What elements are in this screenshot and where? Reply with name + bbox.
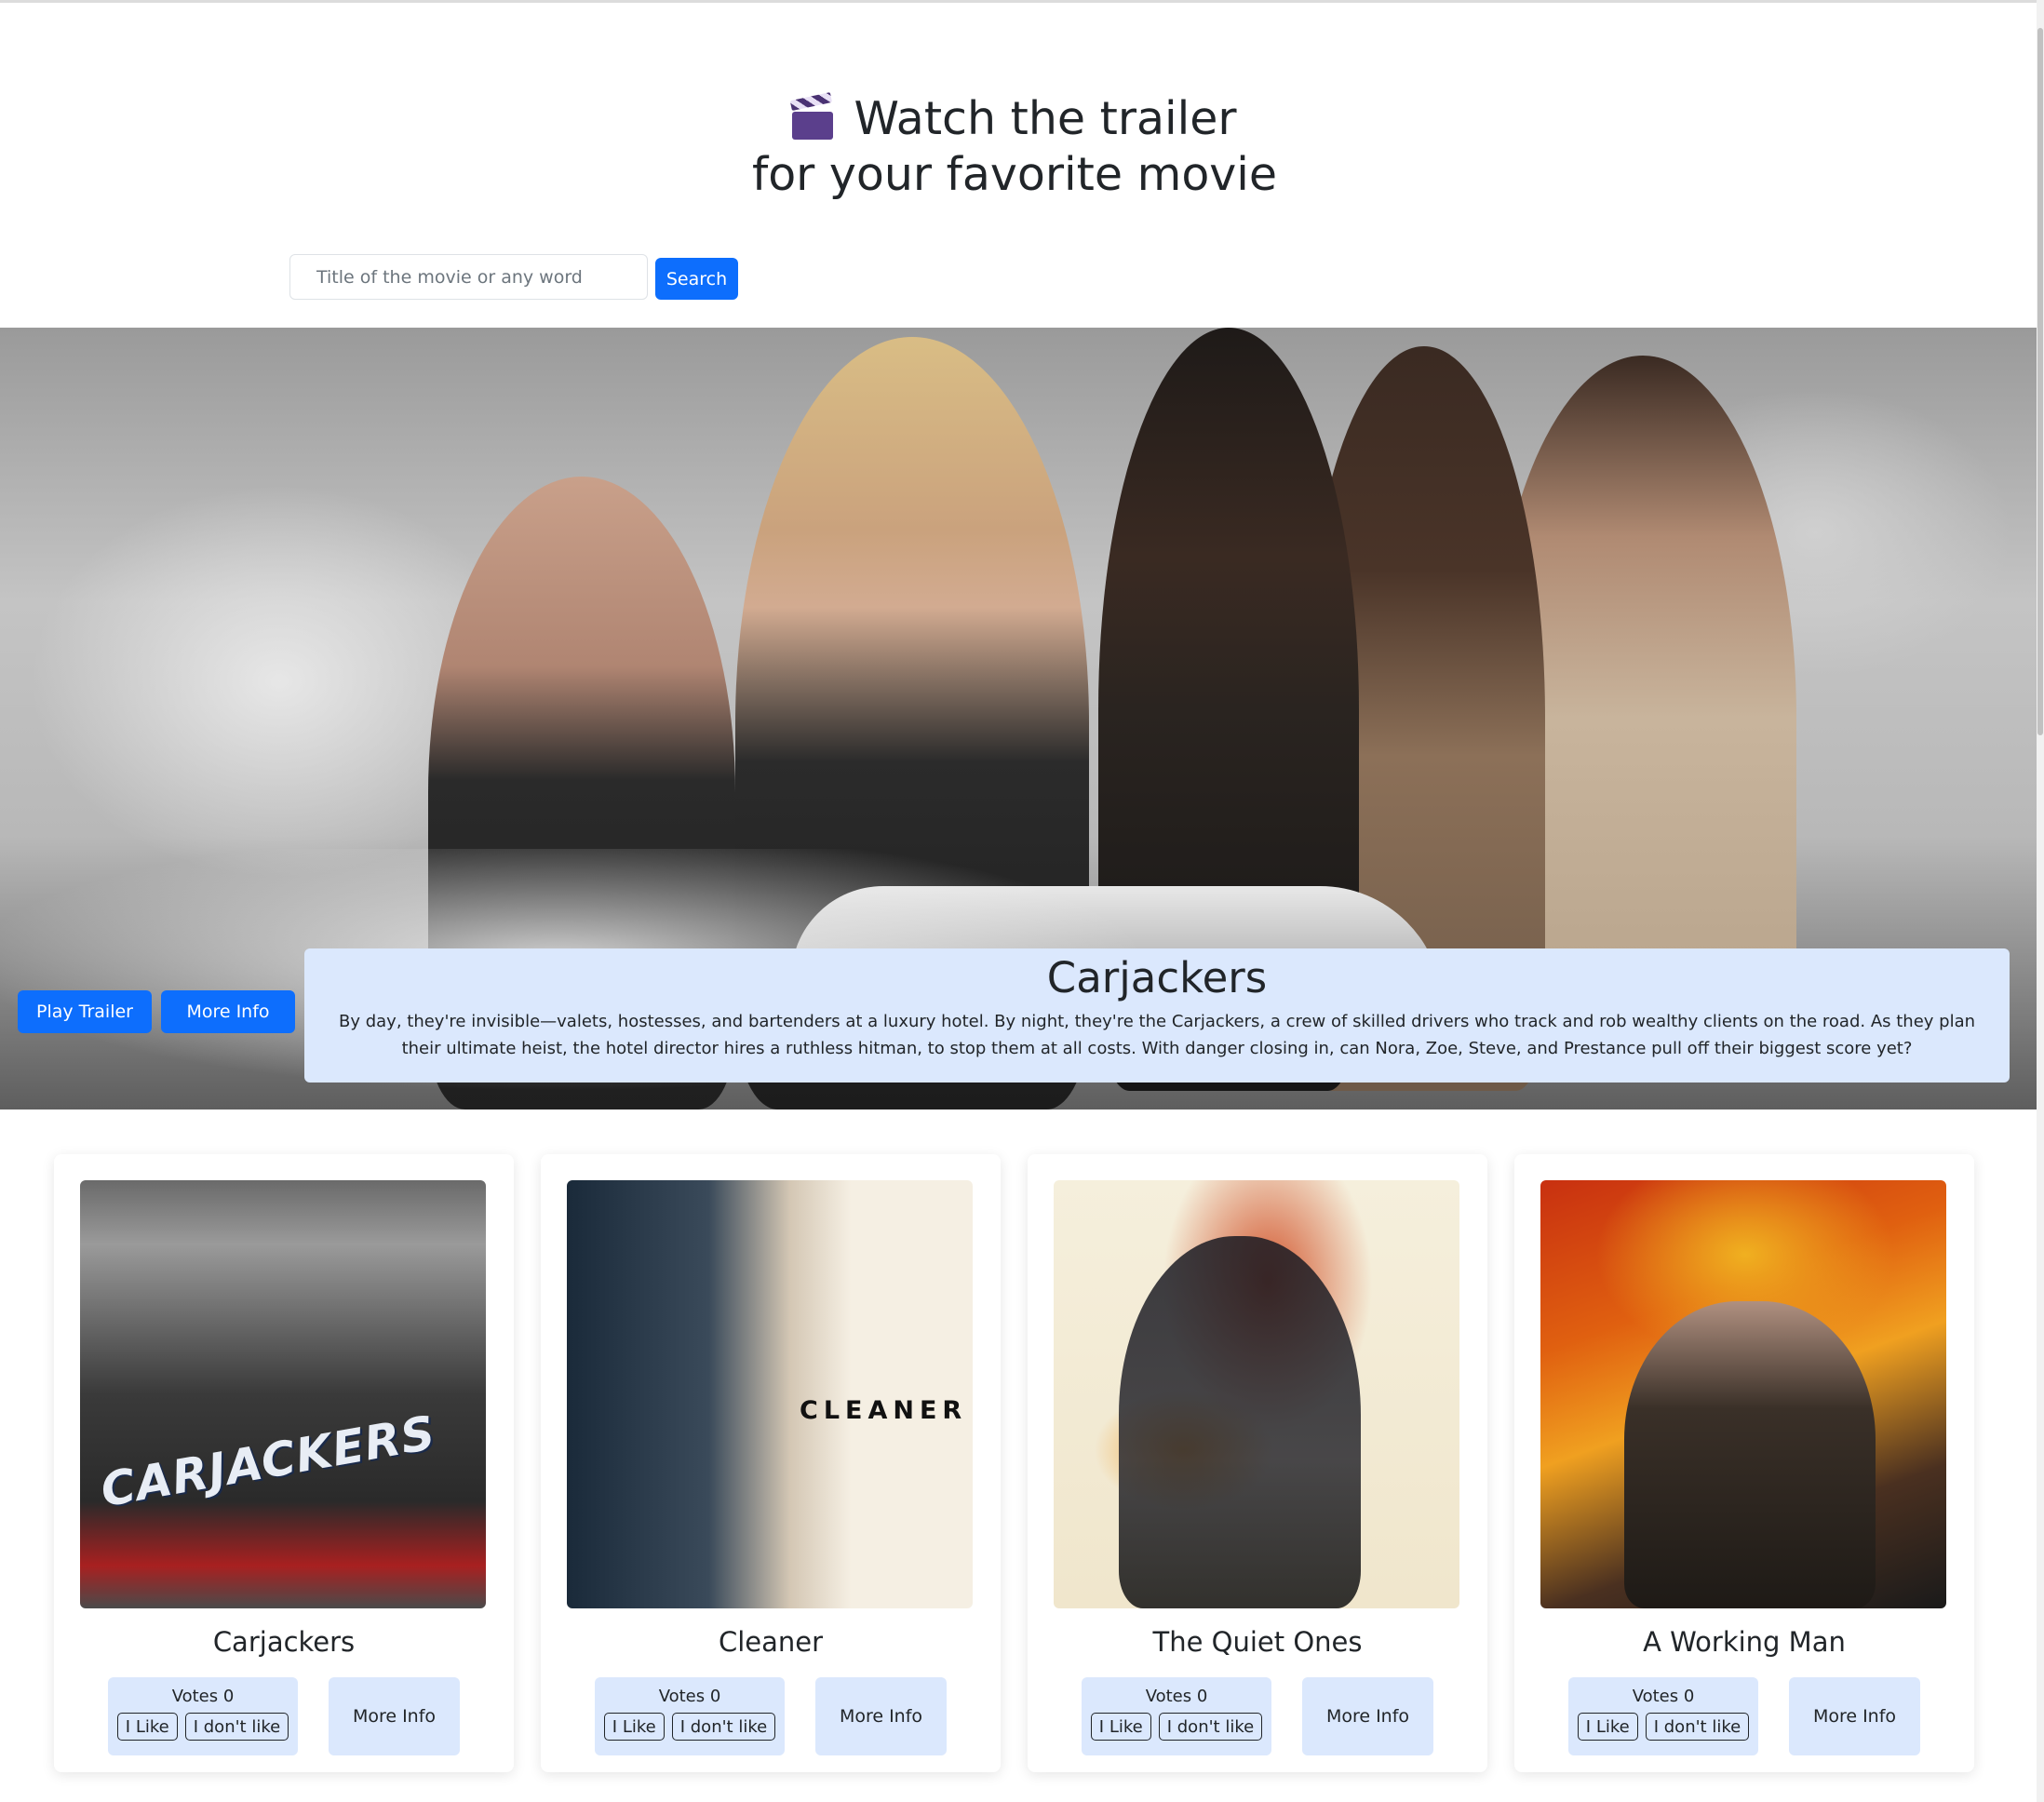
more-info-button[interactable]: More Info xyxy=(1789,1677,1920,1755)
hero-info-panel: Carjackers By day, they're invisible—val… xyxy=(304,948,2010,1083)
poster-silhouette xyxy=(1119,1236,1361,1608)
scrollbar-thumb[interactable] xyxy=(2037,28,2043,735)
like-button[interactable]: I Like xyxy=(603,1713,665,1741)
vote-count: Votes 0 xyxy=(171,1687,235,1706)
more-info-button[interactable]: More Info xyxy=(329,1677,460,1755)
dislike-button[interactable]: I don't like xyxy=(184,1713,289,1741)
movie-card: The Quiet Ones Votes 0 I Like I don't li… xyxy=(1028,1154,1487,1772)
play-trailer-button[interactable]: Play Trailer xyxy=(18,990,152,1033)
vote-count: Votes 0 xyxy=(1632,1687,1695,1706)
movie-poster[interactable] xyxy=(1054,1180,1459,1608)
vote-box: Votes 0 I Like I don't like xyxy=(1082,1677,1271,1755)
page-title: Watch the trailer for your favorite movi… xyxy=(0,91,2029,203)
hero-title: Carjackers xyxy=(1046,953,1268,1002)
poster-silhouette xyxy=(1624,1301,1876,1608)
dislike-button[interactable]: I don't like xyxy=(1158,1713,1263,1741)
title-line-2: for your favorite movie xyxy=(751,148,1278,201)
movie-card: CLEANER Cleaner Votes 0 I Like I don't l… xyxy=(541,1154,1001,1772)
vote-count: Votes 0 xyxy=(658,1687,721,1706)
movie-card: CARJACKERS Carjackers Votes 0 I Like I d… xyxy=(54,1154,514,1772)
movie-title: A Working Man xyxy=(1643,1626,1846,1658)
dislike-button[interactable]: I don't like xyxy=(1645,1713,1750,1741)
vote-box: Votes 0 I Like I don't like xyxy=(595,1677,785,1755)
poster-title-text: CARJACKERS xyxy=(97,1405,440,1518)
movie-poster[interactable] xyxy=(1540,1180,1946,1608)
vote-count: Votes 0 xyxy=(1145,1687,1208,1706)
hero-description: By day, they're invisible—valets, hostes… xyxy=(338,1012,1976,1058)
movie-title: Cleaner xyxy=(718,1626,824,1658)
vote-box: Votes 0 I Like I don't like xyxy=(108,1677,298,1755)
like-button[interactable]: I Like xyxy=(1577,1713,1638,1741)
search-button[interactable]: Search xyxy=(655,258,738,300)
movie-title: Carjackers xyxy=(212,1626,356,1658)
hero-banner: Play Trailer More Info Carjackers By day… xyxy=(0,328,2037,1109)
title-line-1: Watch the trailer xyxy=(854,92,1237,145)
movie-title: The Quiet Ones xyxy=(1152,1626,1363,1658)
dislike-button[interactable]: I don't like xyxy=(671,1713,776,1741)
like-button[interactable]: I Like xyxy=(116,1713,178,1741)
more-info-button[interactable]: More Info xyxy=(1302,1677,1433,1755)
movie-poster[interactable]: CLEANER xyxy=(567,1180,973,1608)
like-button[interactable]: I Like xyxy=(1090,1713,1151,1741)
more-info-button[interactable]: More Info xyxy=(815,1677,947,1755)
hero-more-info-button[interactable]: More Info xyxy=(161,990,295,1033)
top-border xyxy=(0,0,2044,3)
poster-title-text: CLEANER xyxy=(800,1396,968,1425)
movie-poster[interactable]: CARJACKERS xyxy=(80,1180,486,1608)
clapper-board-icon xyxy=(790,92,834,140)
page-scrollbar[interactable] xyxy=(2037,0,2044,1802)
vote-box: Votes 0 I Like I don't like xyxy=(1568,1677,1758,1755)
movie-card: A Working Man Votes 0 I Like I don't lik… xyxy=(1514,1154,1974,1772)
search-input[interactable] xyxy=(289,254,648,300)
